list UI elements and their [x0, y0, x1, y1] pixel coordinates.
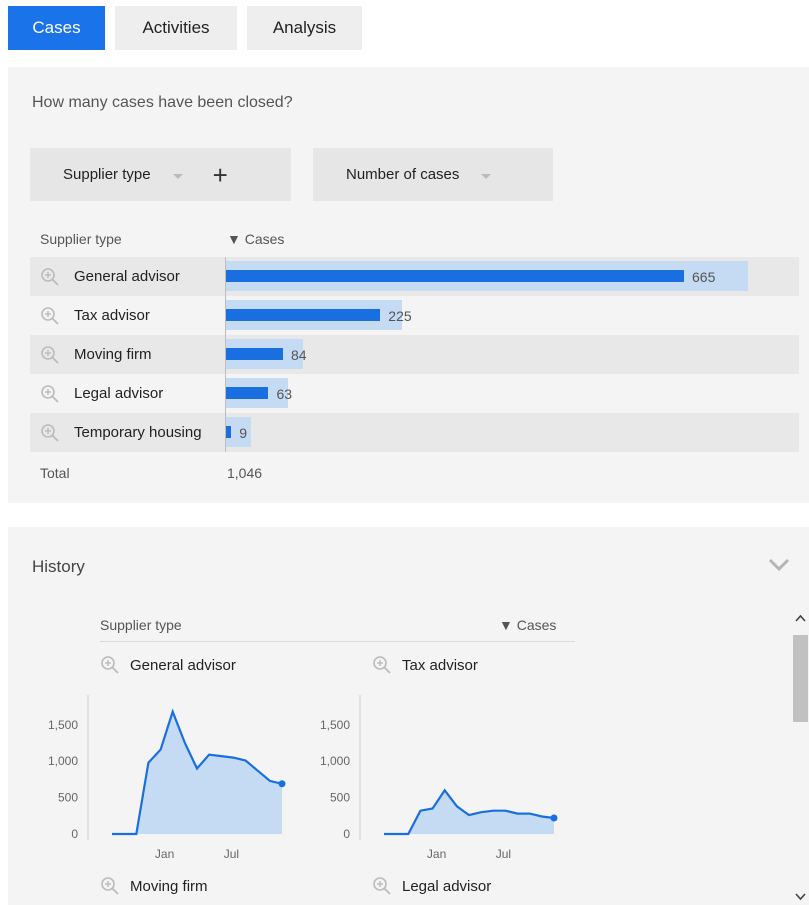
- zoom-in-icon: [373, 877, 391, 895]
- area-fill: [384, 790, 554, 834]
- zoom-in-icon[interactable]: [40, 345, 60, 365]
- zoom-in-icon: [101, 656, 119, 674]
- bar-row[interactable]: Moving firm 84: [30, 335, 799, 374]
- y-tick-label: 500: [330, 791, 350, 805]
- y-tick-label: 1,000: [48, 754, 78, 768]
- bar[interactable]: [225, 309, 381, 321]
- bar-value-label: 63: [276, 385, 293, 402]
- zoom-in-icon: [373, 656, 391, 674]
- add-grouping-button[interactable]: +: [213, 162, 228, 188]
- chart-axis-line: [225, 257, 226, 452]
- area-fill: [112, 711, 282, 834]
- bar-value-label: 9: [239, 424, 247, 441]
- last-point-marker[interactable]: [278, 780, 286, 788]
- bar-row[interactable]: General advisor 665: [30, 257, 799, 296]
- chevron-down-icon: [481, 174, 492, 179]
- history-title: History: [32, 557, 85, 576]
- y-tick-label: 1,000: [320, 754, 350, 768]
- bar-value-label: 225: [388, 307, 412, 324]
- small-multiple-label: General advisor: [130, 656, 236, 674]
- bar-category-label: Tax advisor: [74, 307, 150, 324]
- scrollbar-thumb[interactable]: [793, 635, 808, 722]
- x-tick-label: Jul: [224, 847, 239, 861]
- x-tick-label: Jan: [427, 847, 446, 861]
- panel-question: How many cases have been closed?: [32, 94, 293, 111]
- cases-closed-panel: How many cases have been closed? Supplie…: [8, 67, 809, 503]
- bar-row[interactable]: Tax advisor 225: [30, 296, 799, 335]
- metric-label: Number of cases: [346, 166, 460, 183]
- bar-value-label: 665: [692, 268, 716, 285]
- chevron-down-icon[interactable]: [767, 555, 791, 575]
- bar-chart: General advisor 665 Tax advisor 225 Moving f…: [30, 257, 799, 452]
- last-point-marker[interactable]: [550, 814, 558, 822]
- x-tick-label: Jul: [496, 847, 511, 861]
- history-panel: History Supplier type ▼ Cases General ad…: [8, 527, 809, 905]
- scroll-up-icon[interactable]: [792, 610, 809, 627]
- y-tick-label: 0: [71, 827, 78, 841]
- bar-category-label: Temporary housing: [74, 424, 202, 441]
- column-header-supplier[interactable]: Supplier type: [40, 231, 122, 247]
- small-multiple-title-legal-advisor[interactable]: Legal advisor: [372, 876, 491, 896]
- zoom-in-icon[interactable]: [40, 306, 60, 326]
- tab-activities[interactable]: Activities: [115, 6, 237, 50]
- divider: [100, 641, 575, 642]
- tab-bar: Cases Activities Analysis: [8, 6, 362, 50]
- history-chart-tax-advisor: 05001,0001,500Jan2019Jul: [320, 695, 558, 861]
- bar[interactable]: [225, 348, 283, 360]
- metric-dropdown[interactable]: Number of cases: [313, 148, 553, 201]
- bar[interactable]: [225, 270, 684, 282]
- zoom-in-icon[interactable]: [40, 384, 60, 404]
- bar-value-label: 84: [290, 346, 307, 363]
- group-by-dropdown[interactable]: Supplier type +: [30, 148, 291, 201]
- scroll-down-icon[interactable]: [792, 888, 809, 905]
- column-header-cases[interactable]: ▼ Cases: [227, 231, 284, 247]
- bar-category-label: General advisor: [74, 268, 180, 285]
- zoom-in-icon[interactable]: [40, 267, 60, 287]
- zoom-in-icon: [101, 877, 119, 895]
- small-multiple-label: Tax advisor: [402, 656, 478, 674]
- x-tick-label: Jan: [155, 847, 174, 861]
- tab-cases[interactable]: Cases: [8, 6, 105, 50]
- small-multiple-label: Legal advisor: [402, 877, 492, 895]
- small-multiple-label: Moving firm: [130, 877, 208, 895]
- y-tick-label: 0: [343, 827, 350, 841]
- vertical-scrollbar[interactable]: [792, 610, 809, 905]
- zoom-in-icon[interactable]: [40, 423, 60, 443]
- bar-category-label: Moving firm: [74, 346, 152, 363]
- history-column-cases[interactable]: ▼ Cases: [499, 617, 556, 633]
- history-column-supplier[interactable]: Supplier type: [100, 617, 182, 633]
- total-label: Total: [40, 465, 70, 481]
- bar-category-label: Legal advisor: [74, 385, 164, 402]
- y-tick-label: 1,500: [48, 718, 78, 732]
- y-tick-label: 1,500: [320, 718, 350, 732]
- bar[interactable]: [225, 387, 269, 399]
- group-by-label: Supplier type: [63, 166, 151, 183]
- y-tick-label: 500: [58, 791, 78, 805]
- small-multiple-title-tax-advisor[interactable]: Tax advisor: [372, 655, 478, 675]
- history-chart-general-advisor: 05001,0001,500Jan2019Jul: [48, 695, 286, 861]
- small-multiple-title-general-advisor[interactable]: General advisor: [100, 655, 236, 675]
- small-multiple-title-moving-firm[interactable]: Moving firm: [100, 876, 208, 896]
- tab-analysis[interactable]: Analysis: [247, 6, 362, 50]
- bar-row[interactable]: Temporary housing 9: [30, 413, 799, 452]
- bar-row[interactable]: Legal advisor 63: [30, 374, 799, 413]
- total-value: 1,046: [227, 465, 263, 481]
- chevron-down-icon: [172, 174, 183, 179]
